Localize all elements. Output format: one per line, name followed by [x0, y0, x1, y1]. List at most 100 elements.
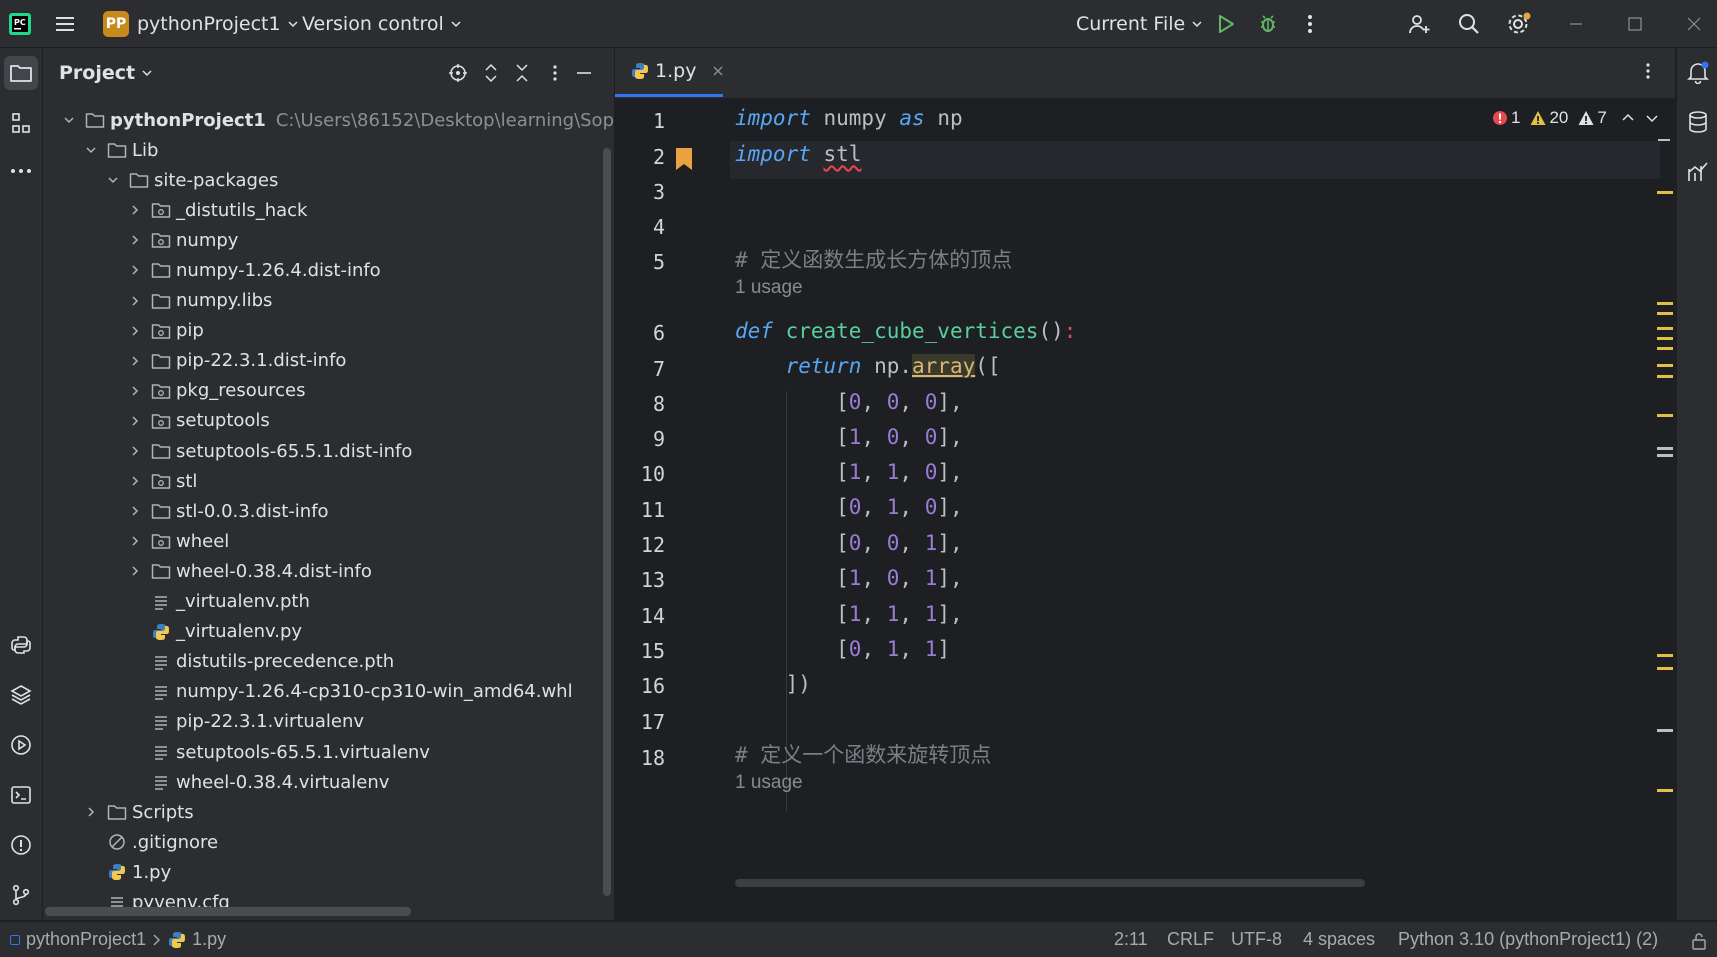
usage-hint[interactable]: 1 usage	[735, 772, 803, 794]
more-actions-icon[interactable]	[1300, 0, 1320, 47]
tree-item[interactable]: Scripts	[83, 797, 194, 827]
tree-item[interactable]: pip-22.3.1.dist-info	[127, 346, 346, 376]
tree-item[interactable]: 1.py	[83, 857, 171, 887]
caret-position[interactable]: 2:11	[1114, 929, 1148, 950]
chevron-right-icon[interactable]	[127, 262, 143, 278]
more-tools-icon[interactable]	[4, 154, 38, 188]
code-line-2[interactable]: import stl	[735, 139, 861, 169]
chevron-right-icon[interactable]	[83, 804, 99, 820]
git-branch-icon[interactable]	[4, 878, 38, 912]
bookmark-icon[interactable]	[674, 147, 694, 171]
code-line-row[interactable]: [0, 0, 1],	[735, 528, 963, 558]
project-switcher[interactable]: PP pythonProject1	[103, 0, 299, 47]
code-line-7[interactable]: return np.array([	[735, 351, 1001, 381]
python-interpreter[interactable]: Python 3.10 (pythonProject1) (2)	[1398, 929, 1658, 950]
maximize-window-icon[interactable]	[1627, 0, 1643, 47]
code-line-row[interactable]: [0, 1, 0],	[735, 492, 963, 522]
line-number[interactable]: 6	[615, 321, 665, 345]
tree-item[interactable]: wheel-0.38.4.dist-info	[127, 556, 372, 586]
code-line-row[interactable]: [1, 1, 0],	[735, 457, 963, 487]
marker[interactable]	[1658, 139, 1670, 141]
code-line-1[interactable]: import numpy as np	[735, 103, 963, 133]
indent-setting[interactable]: 4 spaces	[1303, 929, 1375, 950]
chevron-right-icon[interactable]	[127, 503, 143, 519]
run-icon[interactable]	[1215, 0, 1237, 47]
expand-all-icon[interactable]	[480, 62, 502, 84]
python-console-icon[interactable]	[4, 628, 38, 662]
tree-item[interactable]: wheel	[127, 526, 229, 556]
panel-options-icon[interactable]	[544, 62, 566, 84]
warning-marker[interactable]	[1657, 337, 1673, 340]
line-number[interactable]: 14	[615, 604, 665, 628]
close-tab-icon[interactable]	[712, 65, 724, 77]
editor-gutter[interactable]: 1 2 3 4 5 6 7 8 9 10 11 12 13 14 15 16 17 18	[615, 99, 730, 889]
chevron-right-icon[interactable]	[127, 443, 143, 459]
line-number[interactable]: 11	[615, 498, 665, 522]
code-line-row[interactable]: [1, 1, 1],	[735, 599, 963, 629]
sciview-chart-icon[interactable]	[1686, 160, 1710, 184]
chevron-right-icon[interactable]	[127, 563, 143, 579]
tree-item[interactable]: numpy	[127, 225, 238, 255]
chevron-right-icon[interactable]	[127, 533, 143, 549]
close-window-icon[interactable]	[1686, 0, 1702, 47]
database-icon[interactable]	[1686, 110, 1710, 134]
add-user-icon[interactable]	[1407, 0, 1431, 47]
code-line-row[interactable]: [1, 0, 0],	[735, 422, 963, 452]
project-tool-folder-icon[interactable]	[4, 56, 38, 90]
warning-count[interactable]: 20	[1530, 108, 1568, 128]
project-view-selector[interactable]: Project	[59, 62, 153, 84]
line-number[interactable]: 13	[615, 568, 665, 592]
tree-item[interactable]: .gitignore	[83, 827, 218, 857]
warning-marker[interactable]	[1657, 414, 1673, 417]
warning-marker[interactable]	[1657, 789, 1673, 792]
warning-marker[interactable]	[1657, 312, 1673, 315]
python-packages-icon[interactable]	[4, 678, 38, 712]
structure-icon[interactable]	[4, 106, 38, 140]
tree-item[interactable]: numpy-1.26.4.dist-info	[127, 255, 381, 285]
marker[interactable]	[1657, 454, 1673, 457]
tree-item[interactable]: distutils-precedence.pth	[127, 647, 394, 677]
lock-icon[interactable]	[1690, 932, 1708, 950]
tree-item[interactable]: _virtualenv.pth	[127, 587, 310, 617]
code-line-row[interactable]: [1, 0, 1],	[735, 563, 963, 593]
locate-file-icon[interactable]	[447, 62, 469, 84]
warning-marker[interactable]	[1657, 302, 1673, 305]
line-number[interactable]: 18	[615, 746, 665, 770]
line-number[interactable]: 12	[615, 533, 665, 557]
tree-item[interactable]: setuptools-65.5.1.dist-info	[127, 436, 412, 466]
line-number[interactable]: 5	[615, 250, 665, 274]
chevron-down-icon[interactable]	[83, 142, 99, 158]
warning-marker[interactable]	[1657, 364, 1673, 367]
file-encoding[interactable]: UTF-8	[1231, 929, 1282, 950]
chevron-right-icon[interactable]	[127, 323, 143, 339]
weak-warning-count[interactable]: 7	[1578, 108, 1607, 128]
main-menu-icon[interactable]	[54, 0, 76, 47]
collapse-all-icon[interactable]	[511, 62, 533, 84]
tree-root[interactable]: pythonProject1 C:\Users\86152\Desktop\le…	[61, 105, 665, 135]
line-number[interactable]: 17	[615, 710, 665, 734]
tree-item[interactable]: Lib	[83, 135, 158, 165]
usage-hint[interactable]: 1 usage	[735, 277, 803, 299]
tree-item[interactable]: wheel-0.38.4.virtualenv	[127, 767, 389, 797]
settings-gear-icon[interactable]	[1506, 0, 1532, 47]
code-line-row[interactable]: [0, 1, 1]	[735, 634, 950, 664]
search-icon[interactable]	[1457, 0, 1481, 47]
code-line-row[interactable]: [0, 0, 0],	[735, 387, 963, 417]
editor-tab-1py[interactable]: 1.py	[615, 48, 723, 97]
line-number[interactable]: 7	[615, 357, 665, 381]
tree-item[interactable]: pip	[127, 316, 204, 346]
services-icon[interactable]	[4, 728, 38, 762]
project-horizontal-scrollbar[interactable]	[45, 907, 411, 916]
tree-item[interactable]: _distutils_hack	[127, 195, 307, 225]
notifications-bell-icon[interactable]	[1686, 60, 1710, 84]
line-number[interactable]: 4	[615, 215, 665, 239]
inspection-widget[interactable]: 1 20 7	[1492, 103, 1659, 133]
chevron-right-icon[interactable]	[127, 202, 143, 218]
run-config-selector[interactable]: Current File	[1076, 0, 1203, 47]
chevron-up-icon[interactable]	[1621, 111, 1635, 125]
tree-item[interactable]: stl	[127, 466, 197, 496]
chevron-right-icon[interactable]	[127, 413, 143, 429]
editor-options-icon[interactable]	[1645, 62, 1651, 80]
problems-icon[interactable]	[4, 828, 38, 862]
chevron-right-icon[interactable]	[127, 232, 143, 248]
